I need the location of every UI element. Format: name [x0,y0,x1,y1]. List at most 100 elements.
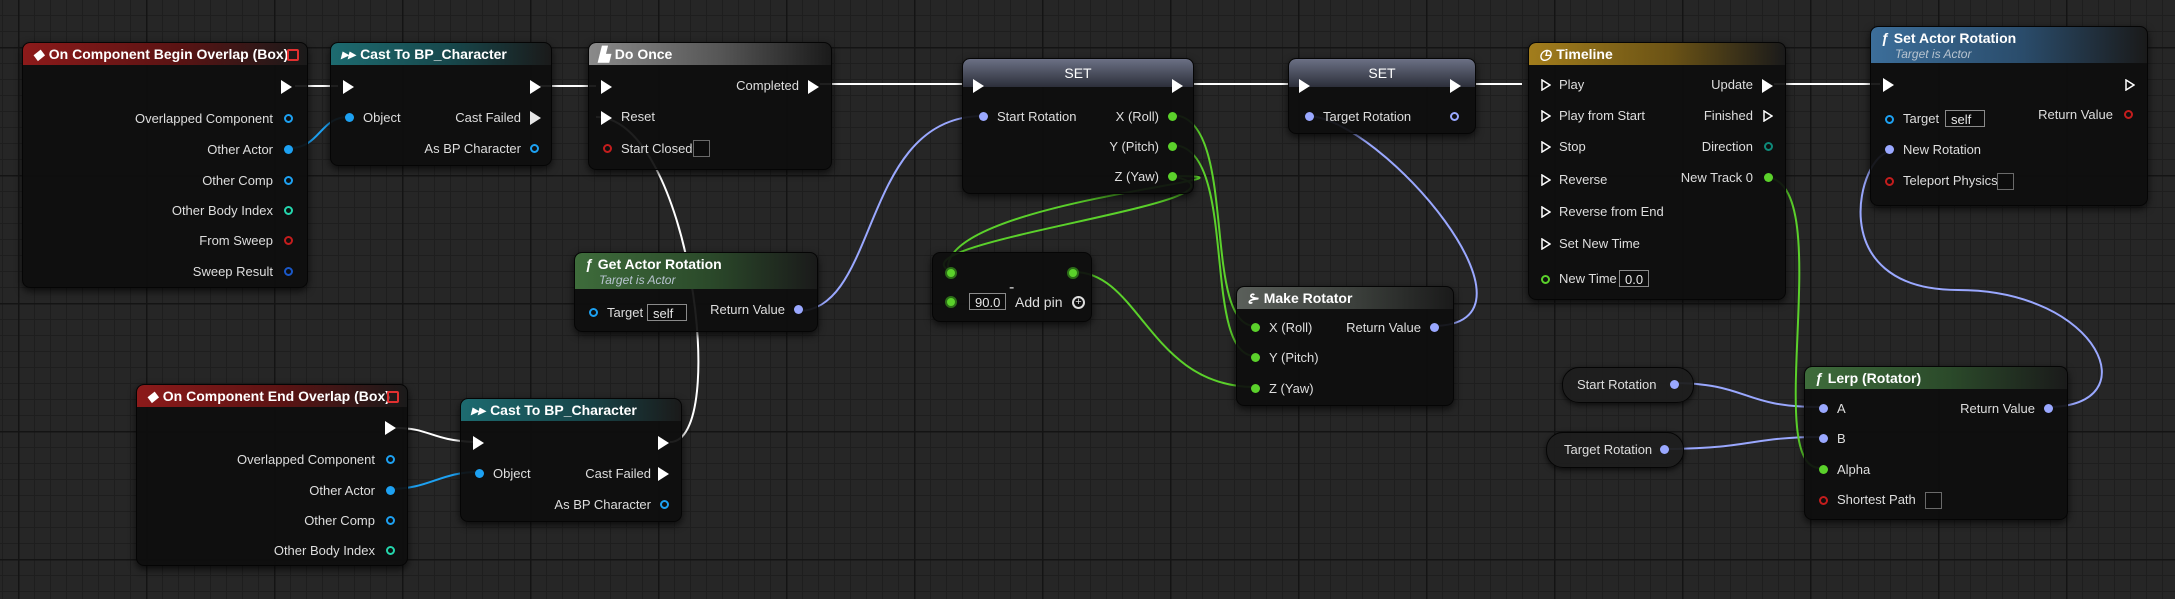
enum-pin[interactable] [1764,142,1773,151]
float-pin[interactable] [1251,353,1260,362]
object-pin[interactable] [660,500,669,509]
set-actor-rotation-node[interactable]: ƒ Set Actor Rotation Target is Actor Targe… [1870,26,2148,206]
exec-out-pin[interactable] [281,80,292,94]
timeline-node[interactable]: ◷ Timeline Play Play from Start Stop Reve… [1528,42,1786,300]
exec-in-pin[interactable] [343,80,354,94]
rotator-pin[interactable] [2124,110,2133,119]
exec-in-pin[interactable] [1541,109,1552,123]
rotator-pin[interactable] [1430,323,1439,332]
float-pin[interactable] [945,296,957,308]
float-value-field[interactable]: 90.0 [969,293,1007,310]
do-once-node[interactable]: ▙ Do Once Completed Reset Start Closed [588,42,832,170]
rotator-pin[interactable] [1660,445,1669,454]
add-pin-label[interactable]: Add pin [1015,294,1062,310]
exec-out-pin[interactable] [658,467,669,481]
exec-out-pin[interactable] [808,80,819,94]
rotator-pin[interactable] [1885,145,1894,154]
make-rotator-node[interactable]: ⊱ Make Rotator X (Roll) Return Value Y (P… [1236,286,1454,406]
exec-out-pin[interactable] [2125,78,2136,92]
float-pin[interactable] [1251,323,1260,332]
shortest-path-checkbox[interactable] [1925,492,1942,509]
object-pin[interactable] [1885,115,1894,124]
node-header: ⊱ Make Rotator [1237,287,1453,309]
exec-in-pin[interactable] [473,436,484,450]
exec-in-pin[interactable] [1883,78,1894,92]
float-pin[interactable] [1251,384,1260,393]
float-pin[interactable] [1541,275,1550,284]
bool-pin[interactable] [1819,496,1828,505]
get-target-rotation-node[interactable]: Target Rotation [1546,432,1684,468]
rotator-pin[interactable] [1819,434,1828,443]
bool-pin[interactable] [284,236,293,245]
struct-pin[interactable] [284,267,293,276]
subtract-float-node[interactable]: - 90.0 Add pin + [932,252,1092,322]
get-start-rotation-node[interactable]: Start Rotation [1562,367,1694,403]
end-overlap-event-node[interactable]: ◆ On Component End Overlap (Box) Overlapp… [136,384,408,566]
exec-in-pin[interactable] [1541,205,1552,219]
exec-in-pin[interactable] [1299,79,1310,93]
exec-in-pin[interactable] [601,80,612,94]
object-pin[interactable] [386,455,395,464]
rotator-pin[interactable] [1819,404,1828,413]
object-pin[interactable] [475,469,484,478]
pin-label: Other Actor [309,483,375,498]
object-pin[interactable] [530,144,539,153]
exec-in-pin[interactable] [1541,173,1552,187]
rotator-pin[interactable] [1670,380,1679,389]
node-title: Get Actor Rotation [597,256,722,272]
get-actor-rotation-node[interactable]: ƒ Get Actor Rotation Target is Actor Targe… [574,252,818,332]
rotator-pin[interactable] [794,305,803,314]
cast-to-bp-character-node[interactable]: ▸▸ Cast To BP_Character Object Cast Faile… [460,398,682,522]
pin-label: Return Value [1960,401,2035,416]
add-pin-icon[interactable]: + [1072,296,1085,309]
object-pin[interactable] [589,308,598,317]
object-pin[interactable] [284,176,293,185]
exec-in-pin[interactable] [1541,237,1552,251]
object-pin[interactable] [284,145,293,154]
int-pin[interactable] [284,206,293,215]
float-pin[interactable] [945,267,957,279]
bool-pin[interactable] [603,144,612,153]
pin-label: Return Value [2038,107,2113,122]
exec-out-pin[interactable] [530,80,541,94]
start-closed-checkbox[interactable] [693,140,710,157]
pin-label: Shortest Path [1837,492,1916,507]
float-pin[interactable] [1764,173,1773,182]
exec-in-pin[interactable] [973,79,984,93]
exec-in-pin[interactable] [1541,78,1552,92]
exec-out-pin[interactable] [1762,79,1773,93]
exec-out-pin[interactable] [1172,79,1183,93]
exec-out-pin[interactable] [658,436,669,450]
int-pin[interactable] [386,546,395,555]
pin-label: Other Comp [304,513,375,528]
float-pin[interactable] [1819,465,1828,474]
float-pin[interactable] [1067,267,1079,279]
rotator-pin[interactable] [1305,112,1314,121]
object-pin[interactable] [345,113,354,122]
bool-pin[interactable] [1885,177,1894,186]
set-target-rotation-node[interactable]: SET Target Rotation [1288,58,1476,134]
exec-out-pin[interactable] [1763,109,1774,123]
begin-overlap-event-node[interactable]: ◆ On Component Begin Overlap (Box) Overla… [22,42,308,288]
teleport-physics-checkbox[interactable] [1997,173,2014,190]
new-time-field[interactable]: 0.0 [1619,270,1650,287]
object-pin[interactable] [386,486,395,495]
object-pin[interactable] [386,516,395,525]
object-pin[interactable] [284,114,293,123]
float-pin[interactable] [1168,142,1177,151]
cast-to-bp-character-node[interactable]: ▸▸ Cast To BP_Character Object Cast Faile… [330,42,552,166]
exec-out-pin[interactable] [385,421,396,435]
exec-out-pin[interactable] [530,111,541,125]
rotator-pin[interactable] [1450,112,1459,121]
exec-in-pin[interactable] [601,111,612,125]
lerp-rotator-node[interactable]: ƒ Lerp (Rotator) A Return Value B Alpha S… [1804,366,2068,520]
rotator-pin[interactable] [2044,404,2053,413]
target-self-field[interactable]: self [647,304,687,321]
float-pin[interactable] [1168,112,1177,121]
exec-out-pin[interactable] [1450,79,1461,93]
exec-in-pin[interactable] [1541,140,1552,154]
target-self-field[interactable]: self [1945,110,1985,127]
rotator-pin[interactable] [979,112,988,121]
set-start-rotation-node[interactable]: SET Start Rotation X (Roll) Y (Pitch) Z … [962,58,1194,194]
float-pin[interactable] [1168,172,1177,181]
